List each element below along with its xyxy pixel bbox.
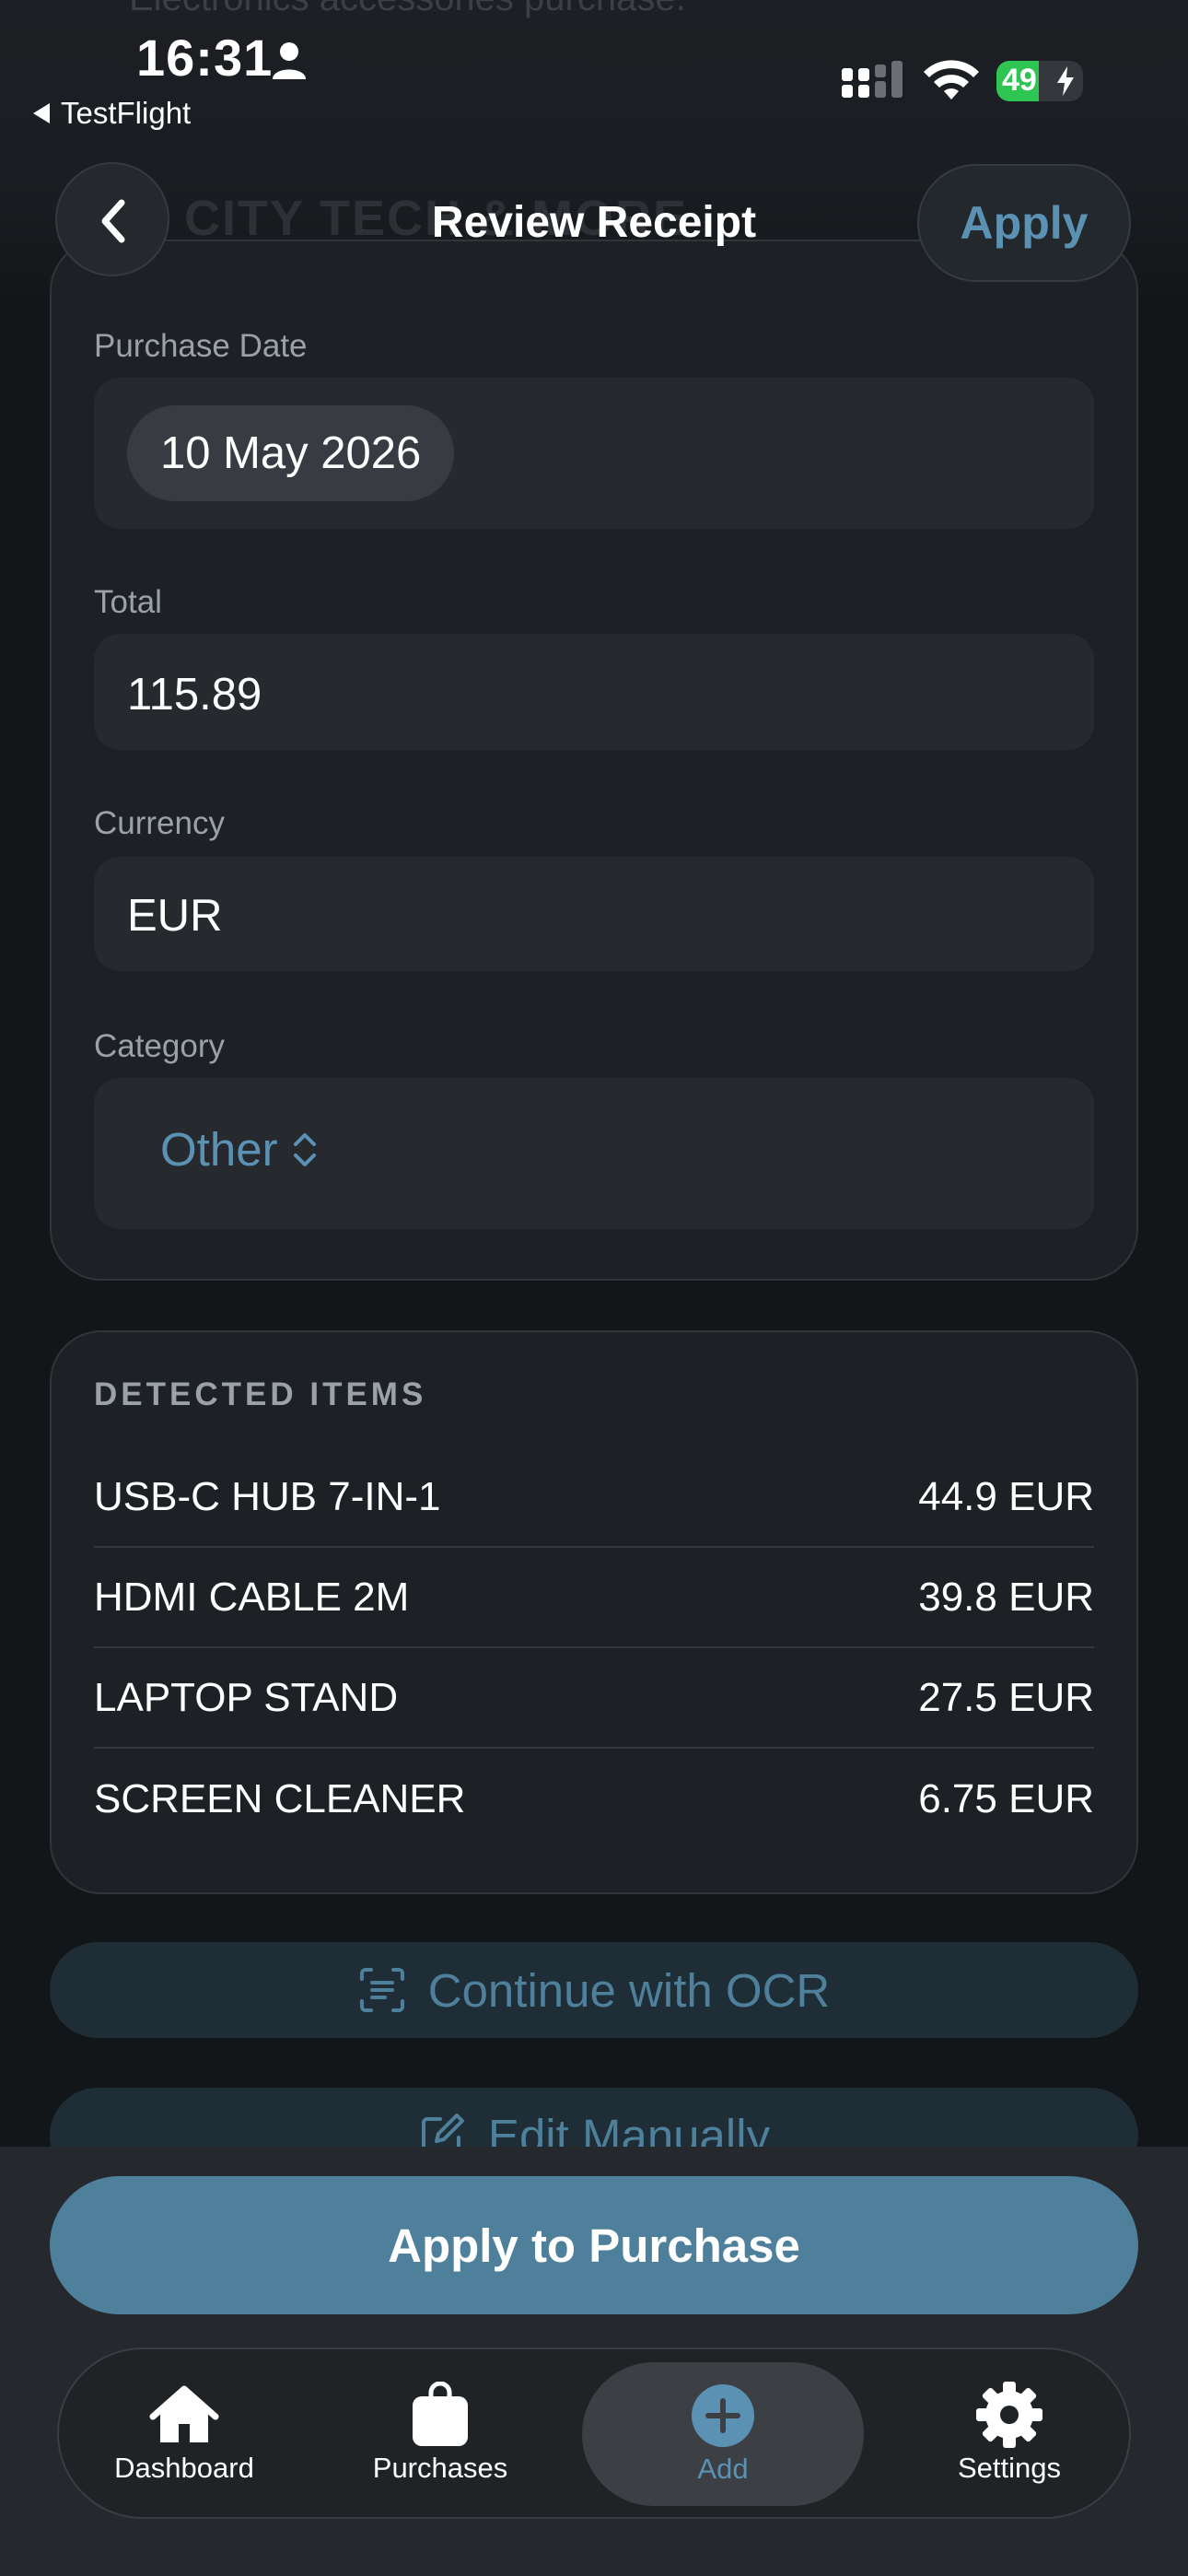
- tab-label: Dashboard: [114, 2452, 254, 2484]
- purchase-date-field: 10 May 2026: [94, 378, 1094, 529]
- category-label: Category: [94, 1028, 226, 1064]
- charging-bolt-icon: [1057, 66, 1074, 96]
- status-time: 16:31: [136, 29, 274, 87]
- purchase-date-picker[interactable]: 10 May 2026: [127, 405, 455, 501]
- back-to-app-link[interactable]: TestFlight: [33, 96, 191, 131]
- apply-button[interactable]: Apply: [917, 164, 1131, 282]
- back-app-label: TestFlight: [61, 96, 192, 130]
- purchase-date-label: Purchase Date: [94, 328, 308, 364]
- currency-value: EUR: [127, 891, 223, 941]
- ocr-button-label: Continue with OCR: [427, 1963, 831, 2017]
- item-price: 44.9 EUR: [918, 1474, 1094, 1519]
- apply-to-purchase-button[interactable]: Apply to Purchase: [50, 2176, 1138, 2314]
- item-price: 39.8 EUR: [918, 1575, 1094, 1620]
- tab-label: Purchases: [372, 2452, 508, 2484]
- category-field: Other: [94, 1078, 1094, 1229]
- tab-settings[interactable]: Settings: [917, 2349, 1101, 2517]
- tab-add[interactable]: Add: [582, 2362, 864, 2506]
- person-icon: [273, 42, 306, 79]
- item-name: USB-C HUB 7-IN-1: [94, 1474, 441, 1519]
- chevron-up-down-icon: [293, 1132, 316, 1166]
- cellular-signal-icon: [842, 61, 903, 98]
- tab-label: Add: [697, 2453, 749, 2485]
- gear-icon: [976, 2382, 1042, 2448]
- continue-with-ocr-button[interactable]: Continue with OCR: [50, 1942, 1138, 2038]
- house-icon: [149, 2385, 219, 2442]
- total-label: Total: [94, 584, 162, 620]
- item-price: 27.5 EUR: [918, 1675, 1094, 1720]
- back-triangle-icon: [33, 103, 50, 123]
- list-item: SCREEN CLEANER 6.75 EUR: [94, 1750, 1094, 1849]
- total-field[interactable]: 115.89: [94, 634, 1094, 750]
- category-picker[interactable]: Other: [160, 1122, 319, 1177]
- battery-indicator: 49: [996, 61, 1083, 101]
- item-name: SCREEN CLEANER: [94, 1776, 466, 1821]
- category-value: Other: [160, 1123, 278, 1176]
- list-item: HDMI CABLE 2M 39.8 EUR: [94, 1549, 1094, 1648]
- ghost-description-text: Electronics accessories purchase.: [129, 0, 686, 19]
- tab-bar: Dashboard Purchases Add Settings: [57, 2348, 1131, 2519]
- list-item: LAPTOP STAND 27.5 EUR: [94, 1649, 1094, 1749]
- item-name: HDMI CABLE 2M: [94, 1575, 410, 1620]
- wifi-icon: [924, 60, 979, 100]
- plus-circle-icon: [692, 2384, 754, 2447]
- currency-field[interactable]: EUR: [94, 857, 1094, 971]
- tab-dashboard[interactable]: Dashboard: [92, 2349, 276, 2517]
- item-name: LAPTOP STAND: [94, 1675, 399, 1720]
- tab-purchases[interactable]: Purchases: [348, 2349, 532, 2517]
- tab-label: Settings: [957, 2452, 1061, 2484]
- currency-label: Currency: [94, 805, 225, 841]
- list-item: USB-C HUB 7-IN-1 44.9 EUR: [94, 1448, 1094, 1548]
- bag-icon: [413, 2382, 468, 2446]
- detected-items-title: DETECTED ITEMS: [94, 1376, 427, 1412]
- total-value: 115.89: [127, 670, 262, 720]
- battery-percent: 49: [1002, 63, 1037, 98]
- item-price: 6.75 EUR: [918, 1776, 1094, 1821]
- document-scan-icon: [359, 1968, 404, 2012]
